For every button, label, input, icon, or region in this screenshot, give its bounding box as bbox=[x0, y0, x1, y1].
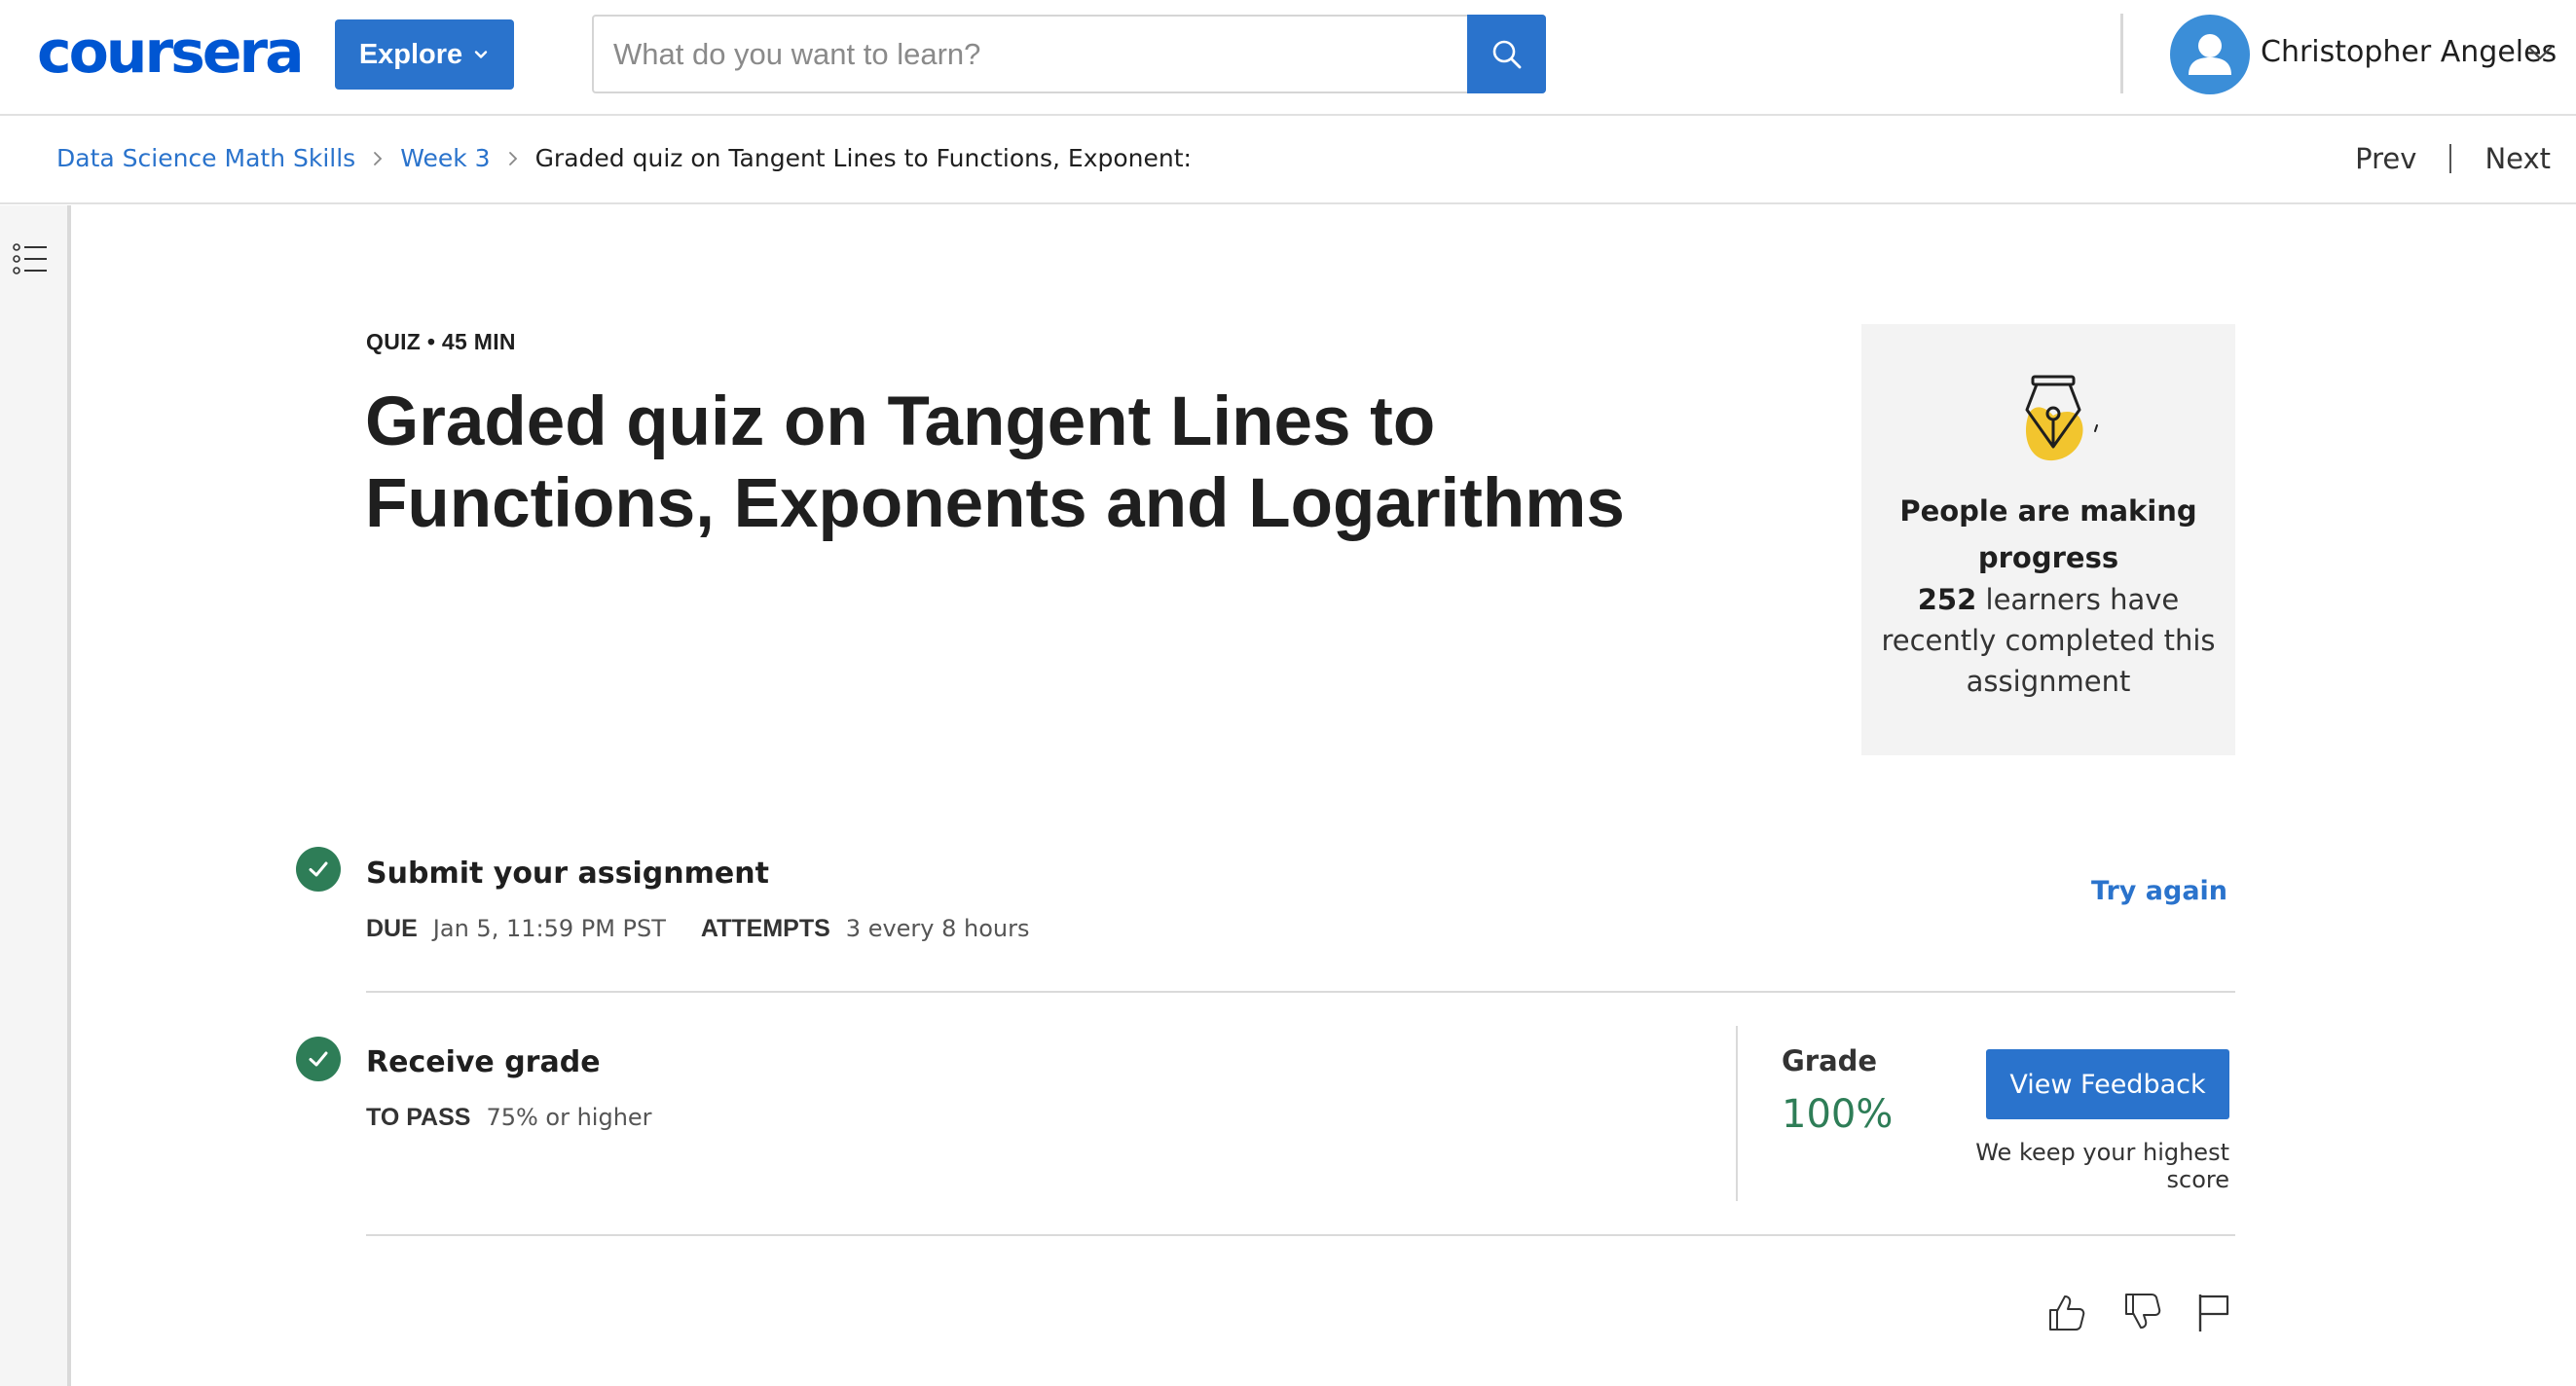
flag-icon[interactable] bbox=[2192, 1291, 2235, 1333]
due-label: DUE bbox=[366, 915, 418, 942]
chevron-down-icon[interactable] bbox=[2527, 46, 2553, 61]
nav-divider bbox=[2449, 144, 2452, 173]
coursera-logo[interactable]: coursera bbox=[37, 18, 305, 88]
try-again-link[interactable]: Try again bbox=[2091, 876, 2227, 906]
page-title: Graded quiz on Tangent Lines to Function… bbox=[365, 383, 1625, 542]
breadcrumb-week-link[interactable]: Week 3 bbox=[400, 144, 490, 172]
view-feedback-button[interactable]: View Feedback bbox=[1986, 1049, 2229, 1119]
quiz-kicker: QUIZ • 45 MIN bbox=[366, 329, 516, 354]
thumbs-down-icon[interactable] bbox=[2120, 1291, 2163, 1333]
search-input[interactable] bbox=[594, 17, 1470, 91]
checkmark-icon bbox=[309, 861, 328, 877]
left-rail bbox=[0, 205, 71, 1386]
grade-value: 100% bbox=[1782, 1092, 1894, 1137]
search-icon bbox=[1492, 40, 1521, 68]
explore-button[interactable]: Explore bbox=[335, 19, 514, 90]
prev-next-nav: Prev Next bbox=[2355, 142, 2551, 175]
breadcrumb-current-item: Graded quiz on Tangent Lines to Function… bbox=[534, 144, 1192, 172]
user-name[interactable]: Christopher Angeles bbox=[2261, 35, 2557, 69]
grade-check-badge bbox=[296, 1037, 341, 1081]
submit-step-meta: DUE Jan 5, 11:59 PM PST ATTEMPTS 3 every… bbox=[366, 915, 1065, 943]
section-divider bbox=[366, 1234, 2235, 1236]
to-pass-value: 75% or higher bbox=[486, 1104, 652, 1131]
avatar-person-icon bbox=[2189, 34, 2231, 75]
header-divider bbox=[2120, 14, 2123, 93]
breadcrumb-bar: Data Science Math Skills Week 3 Graded q… bbox=[0, 117, 2576, 204]
breadcrumb: Data Science Math Skills Week 3 Graded q… bbox=[56, 144, 1192, 172]
thumbs-up-icon[interactable] bbox=[2044, 1291, 2087, 1333]
search-bar bbox=[592, 15, 1546, 93]
to-pass-label: TO PASS bbox=[366, 1104, 471, 1131]
highest-score-note: We keep your highest score bbox=[1975, 1139, 2229, 1193]
attempts-value: 3 every 8 hours bbox=[845, 915, 1030, 942]
table-of-contents-icon[interactable] bbox=[12, 240, 49, 277]
learner-count: 252 bbox=[1917, 583, 1977, 616]
checkmark-icon bbox=[309, 1051, 328, 1067]
chevron-right-icon bbox=[374, 151, 383, 165]
breadcrumb-course-link[interactable]: Data Science Math Skills bbox=[56, 144, 355, 172]
avatar[interactable] bbox=[2170, 15, 2250, 94]
grade-step-title: Receive grade bbox=[366, 1045, 601, 1079]
progress-card-heading: People are making progress bbox=[1899, 494, 2197, 574]
explore-button-label: Explore bbox=[358, 38, 463, 70]
search-button[interactable] bbox=[1467, 15, 1546, 93]
section-divider bbox=[366, 991, 2235, 993]
submit-check-badge bbox=[296, 847, 341, 892]
progress-card: People are making progress 252 learners … bbox=[1861, 324, 2235, 755]
chevron-right-icon bbox=[508, 151, 517, 165]
attempts-label: ATTEMPTS bbox=[700, 915, 830, 942]
chevron-down-icon bbox=[474, 51, 488, 58]
submit-step-title: Submit your assignment bbox=[366, 857, 769, 891]
top-header: coursera Explore Christopher Angeles bbox=[0, 0, 2576, 116]
grade-divider bbox=[1736, 1026, 1738, 1201]
grade-label: Grade bbox=[1782, 1044, 1878, 1077]
grade-step-meta: TO PASS 75% or higher bbox=[366, 1104, 687, 1132]
progress-card-body: 252 learners have recently completed thi… bbox=[1881, 579, 2216, 702]
due-value: Jan 5, 11:59 PM PST bbox=[432, 915, 666, 942]
prev-link[interactable]: Prev bbox=[2355, 142, 2416, 175]
pen-nib-icon bbox=[2025, 375, 2098, 461]
next-link[interactable]: Next bbox=[2484, 142, 2551, 175]
